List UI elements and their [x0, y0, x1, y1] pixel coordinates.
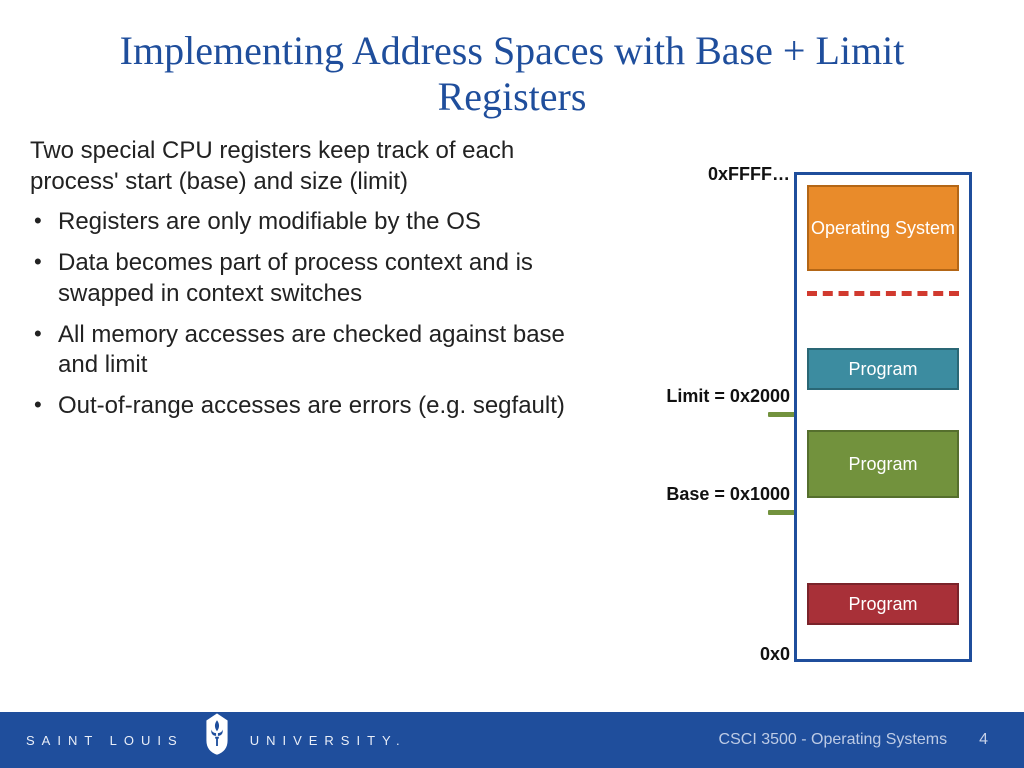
limit-label: Limit = 0x2000	[666, 386, 790, 407]
brand-word-left: SAINT LOUIS	[26, 733, 184, 748]
base-label: Base = 0x1000	[666, 484, 790, 505]
os-boundary-dash	[807, 291, 959, 296]
lead-paragraph: Two special CPU registers keep track of …	[30, 136, 565, 197]
bullet-item: Data becomes part of process context and…	[58, 248, 565, 309]
page-number: 4	[979, 731, 988, 749]
bullet-list: Registers are only modifiable by the OS …	[30, 207, 565, 421]
slide-title: Implementing Address Spaces with Base + …	[0, 0, 1024, 128]
program-block-teal: Program	[807, 348, 959, 390]
slide-body: Two special CPU registers keep track of …	[0, 128, 1024, 432]
brand-word-right: UNIVERSITY.	[250, 733, 407, 748]
address-bottom-label: 0x0	[760, 644, 790, 665]
footer-brand: SAINT LOUIS UNIVERSITY.	[0, 717, 407, 763]
memory-diagram: 0xFFFF… 0x0 Limit = 0x2000 Base = 0x1000…	[575, 136, 1004, 432]
bullet-item: All memory accesses are checked against …	[58, 320, 565, 381]
address-top-label: 0xFFFF…	[708, 164, 790, 185]
text-column: Two special CPU registers keep track of …	[30, 136, 575, 432]
course-label: CSCI 3500 - Operating Systems	[719, 731, 948, 749]
os-block: Operating System	[807, 185, 959, 271]
memory-box: Operating System Program Program Program	[794, 172, 972, 662]
slide-footer: SAINT LOUIS UNIVERSITY. CSCI 3500 - Oper…	[0, 712, 1024, 768]
program-block-green: Program	[807, 430, 959, 498]
bullet-item: Out-of-range accesses are errors (e.g. s…	[58, 391, 565, 422]
bullet-item: Registers are only modifiable by the OS	[58, 207, 565, 238]
fleur-de-lis-icon	[198, 711, 236, 757]
slide: Implementing Address Spaces with Base + …	[0, 0, 1024, 768]
footer-meta: CSCI 3500 - Operating Systems 4	[719, 731, 1024, 749]
program-block-red: Program	[807, 583, 959, 625]
